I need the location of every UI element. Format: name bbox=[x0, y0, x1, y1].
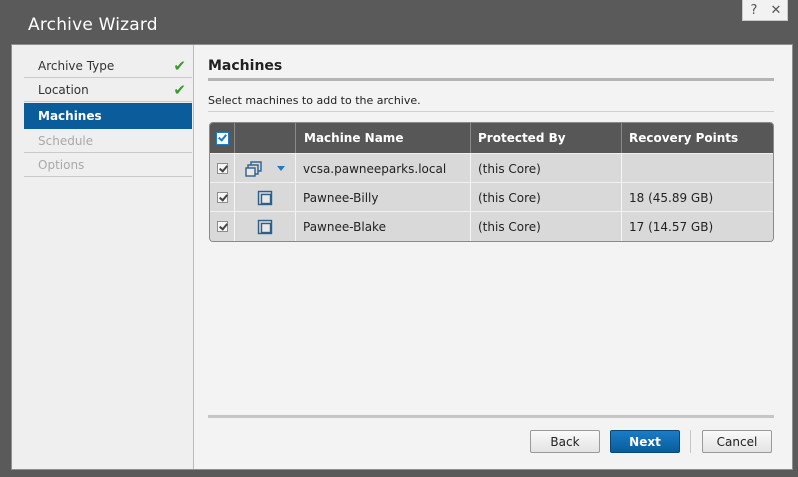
machine-name-cell: Pawnee-Blake bbox=[295, 212, 470, 241]
footer-divider bbox=[208, 415, 774, 418]
nav-step-archive-type[interactable]: Archive Type ✔ bbox=[24, 55, 192, 78]
column-header-protected-by[interactable]: Protected By bbox=[470, 123, 621, 153]
nav-step-label: Machines bbox=[38, 108, 102, 123]
next-button[interactable]: Next bbox=[610, 430, 680, 453]
nav-step-options: Options bbox=[24, 154, 192, 177]
protected-by-cell: (this Core) bbox=[470, 154, 621, 183]
recovery-points-cell: 18 (45.89 GB) bbox=[621, 183, 773, 212]
machines-grid: Machine Name Protected By Recovery Point… bbox=[209, 122, 774, 242]
icon-column-header bbox=[234, 123, 295, 153]
grid-header: Machine Name Protected By Recovery Point… bbox=[210, 123, 773, 153]
heading-divider bbox=[208, 78, 774, 81]
recovery-points-cell: 17 (14.57 GB) bbox=[621, 212, 773, 241]
title-bar-buttons: ? ✕ bbox=[742, 0, 788, 21]
help-button[interactable]: ? bbox=[747, 3, 761, 18]
machine-name-cell: Pawnee-Billy bbox=[295, 183, 470, 212]
nav-step-location[interactable]: Location ✔ bbox=[24, 79, 192, 102]
checkmark-icon: ✔ bbox=[173, 81, 186, 99]
cancel-button[interactable]: Cancel bbox=[702, 430, 772, 453]
dialog-title: Archive Wizard bbox=[28, 15, 158, 35]
row-icon-cell bbox=[234, 183, 295, 212]
row-checkbox[interactable] bbox=[216, 163, 228, 174]
wizard-step-nav: Archive Type ✔ Location ✔ Machines Sched… bbox=[12, 45, 194, 469]
row-checkbox[interactable] bbox=[216, 192, 228, 203]
back-button[interactable]: Back bbox=[530, 430, 600, 453]
vcenter-server-icon bbox=[245, 160, 262, 177]
row-icon-cell bbox=[234, 212, 295, 241]
nav-step-machines[interactable]: Machines bbox=[24, 103, 192, 129]
virtual-machine-icon bbox=[257, 190, 273, 205]
wizard-body: Archive Type ✔ Location ✔ Machines Sched… bbox=[11, 44, 793, 470]
button-separator bbox=[690, 430, 691, 453]
row-checkbox[interactable] bbox=[216, 221, 228, 232]
step-content: Machines Select machines to add to the a… bbox=[208, 45, 774, 469]
virtual-machine-icon bbox=[257, 219, 273, 234]
select-all-cell bbox=[210, 123, 234, 153]
protected-by-cell: (this Core) bbox=[470, 212, 621, 241]
nav-step-label: Options bbox=[38, 158, 85, 172]
step-instructions: Select machines to add to the archive. bbox=[208, 94, 421, 107]
nav-step-label: Schedule bbox=[38, 134, 94, 148]
machine-name-cell: vcsa.pawneeparks.local bbox=[295, 154, 470, 183]
protected-by-cell: (this Core) bbox=[470, 183, 621, 212]
select-all-checkbox[interactable] bbox=[215, 131, 229, 145]
step-heading: Machines bbox=[208, 58, 283, 74]
archive-wizard-dialog: Archive Wizard ? ✕ Archive Type ✔ Locati… bbox=[0, 0, 798, 477]
nav-step-label: Location bbox=[38, 83, 89, 97]
instructions-divider bbox=[208, 111, 774, 112]
nav-step-schedule: Schedule bbox=[24, 130, 192, 153]
nav-step-label: Archive Type bbox=[38, 59, 115, 73]
table-row[interactable]: Pawnee-Blake (this Core) 17 (14.57 GB) bbox=[210, 211, 773, 241]
row-icon-cell bbox=[234, 154, 295, 183]
row-check-cell bbox=[210, 183, 234, 212]
close-button[interactable]: ✕ bbox=[769, 3, 783, 18]
table-row[interactable]: vcsa.pawneeparks.local (this Core) bbox=[210, 153, 773, 183]
column-header-recovery-points[interactable]: Recovery Points bbox=[621, 123, 773, 153]
column-header-machine-name[interactable]: Machine Name bbox=[295, 123, 470, 153]
checkmark-icon: ✔ bbox=[173, 57, 186, 75]
row-check-cell bbox=[210, 212, 234, 241]
row-check-cell bbox=[210, 154, 234, 183]
recovery-points-cell bbox=[621, 154, 773, 183]
table-row[interactable]: Pawnee-Billy (this Core) 18 (45.89 GB) bbox=[210, 182, 773, 212]
expand-dropdown-icon[interactable] bbox=[277, 165, 285, 172]
